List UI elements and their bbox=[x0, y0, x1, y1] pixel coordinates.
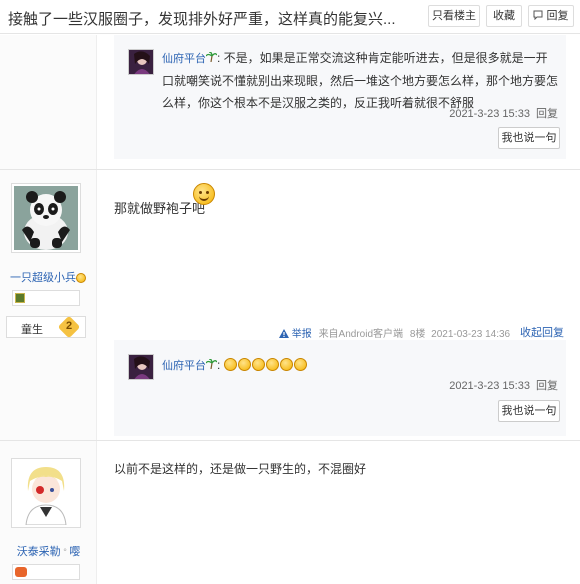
lzl-avatar[interactable] bbox=[128, 354, 154, 380]
post-content: 那就做野袍子吧 bbox=[114, 198, 205, 217]
floor-7-sidebar bbox=[0, 35, 97, 169]
lzl-meta: 2021-3-23 15:33 回复 bbox=[449, 377, 558, 393]
thread-title: 接触了一些汉服圈子，发现排外好严重，这样真的能复兴... bbox=[8, 11, 396, 28]
lzl-time: 2021-3-23 15:33 bbox=[449, 108, 530, 120]
lzl-username[interactable]: 仙府平台 bbox=[162, 53, 206, 65]
lzl-reply-link[interactable]: 回复 bbox=[536, 108, 558, 120]
floor-7-lzl-box: 仙府平台: 不是，如果是正常交流这种肯定能听进去，但是很多就是一开口就嘲笑说不懂… bbox=[114, 35, 566, 159]
post-text: 那就做野袍子吧 bbox=[114, 201, 206, 216]
vip-mark: ° bbox=[60, 547, 70, 557]
rank-badge[interactable]: 童生 2 bbox=[6, 315, 86, 339]
lzl-username[interactable]: 仙府平台 bbox=[162, 360, 206, 372]
lzl-time: 2021-3-23 15:33 bbox=[449, 380, 530, 392]
big-smile-emoji bbox=[193, 183, 215, 205]
palm-tree-icon bbox=[205, 51, 218, 63]
thread-header: 接触了一些汉服圈子，发现排外好严重，这样真的能复兴... 只看楼主 收藏 回复 bbox=[0, 0, 580, 34]
laugh-icon bbox=[265, 358, 279, 371]
laugh-icon bbox=[279, 358, 293, 371]
post-meta: 举报 来自Android客户端 8楼 2021-03-23 14:36 bbox=[279, 325, 510, 340]
post-text: 以前不是这样的，还是做一只野生的，不混圈好 bbox=[114, 462, 367, 476]
post-datetime: 2021-03-23 14:36 bbox=[431, 329, 511, 340]
post-content: 以前不是这样的，还是做一只野生的，不混圈好 bbox=[114, 460, 366, 477]
only-op-button[interactable]: 只看楼主 bbox=[428, 5, 480, 27]
client-source[interactable]: 来自Android客户端 bbox=[319, 329, 403, 340]
floor-number: 8楼 bbox=[409, 329, 426, 340]
username-text[interactable]: 沃泰采勒 bbox=[17, 546, 61, 558]
lzl-reply-link[interactable]: 回复 bbox=[536, 380, 558, 392]
badge-slot bbox=[12, 290, 80, 306]
lzl-comment: 仙府平台: bbox=[162, 354, 558, 377]
username-text[interactable]: 一只超级小兵 bbox=[10, 272, 76, 284]
badge-icon bbox=[15, 293, 25, 303]
username-suffix: 嘤 bbox=[69, 546, 81, 558]
reply-button-label: 回复 bbox=[546, 10, 569, 22]
floor-8-sidebar: 一只超级小兵 童生 2 bbox=[0, 170, 97, 440]
username[interactable]: 一只超级小兵 bbox=[0, 269, 97, 285]
favorite-button[interactable]: 收藏 bbox=[486, 5, 522, 27]
laugh-icon bbox=[293, 358, 307, 371]
badge-icon bbox=[15, 567, 27, 577]
smile-icon bbox=[76, 273, 86, 283]
badge-slot bbox=[12, 564, 80, 580]
user-avatar[interactable] bbox=[11, 458, 81, 528]
warning-icon bbox=[279, 329, 289, 338]
say-one-button[interactable]: 我也说一句 bbox=[498, 127, 560, 149]
floor-9-sidebar: 沃泰采勒 ° 嘤 bbox=[0, 441, 97, 584]
lzl-avatar[interactable] bbox=[128, 49, 154, 75]
laugh-icon bbox=[223, 358, 237, 371]
username[interactable]: 沃泰采勒 ° 嘤 bbox=[0, 543, 97, 559]
user-avatar[interactable] bbox=[11, 183, 81, 253]
laugh-icon bbox=[237, 358, 251, 371]
rank-title: 童生 bbox=[21, 324, 43, 336]
say-one-button[interactable]: 我也说一句 bbox=[498, 400, 560, 422]
comment-icon bbox=[533, 10, 543, 21]
lzl-meta: 2021-3-23 15:33 回复 bbox=[449, 105, 558, 121]
rank-level: 2 bbox=[65, 320, 73, 332]
report-link[interactable]: 举报 bbox=[292, 329, 312, 340]
floor-8-lzl-box: 仙府平台: 2021-3-23 15:33 回复 我也说一句 bbox=[114, 340, 566, 436]
laugh-icon bbox=[251, 358, 265, 371]
collapse-replies-link[interactable]: 收起回复 bbox=[520, 324, 564, 340]
reply-button[interactable]: 回复 bbox=[528, 5, 574, 27]
lzl-comment: 仙府平台: 不是，如果是正常交流这种肯定能听进去，但是很多就是一开口就嘲笑说不懂… bbox=[162, 51, 559, 110]
palm-tree-icon bbox=[205, 358, 218, 370]
